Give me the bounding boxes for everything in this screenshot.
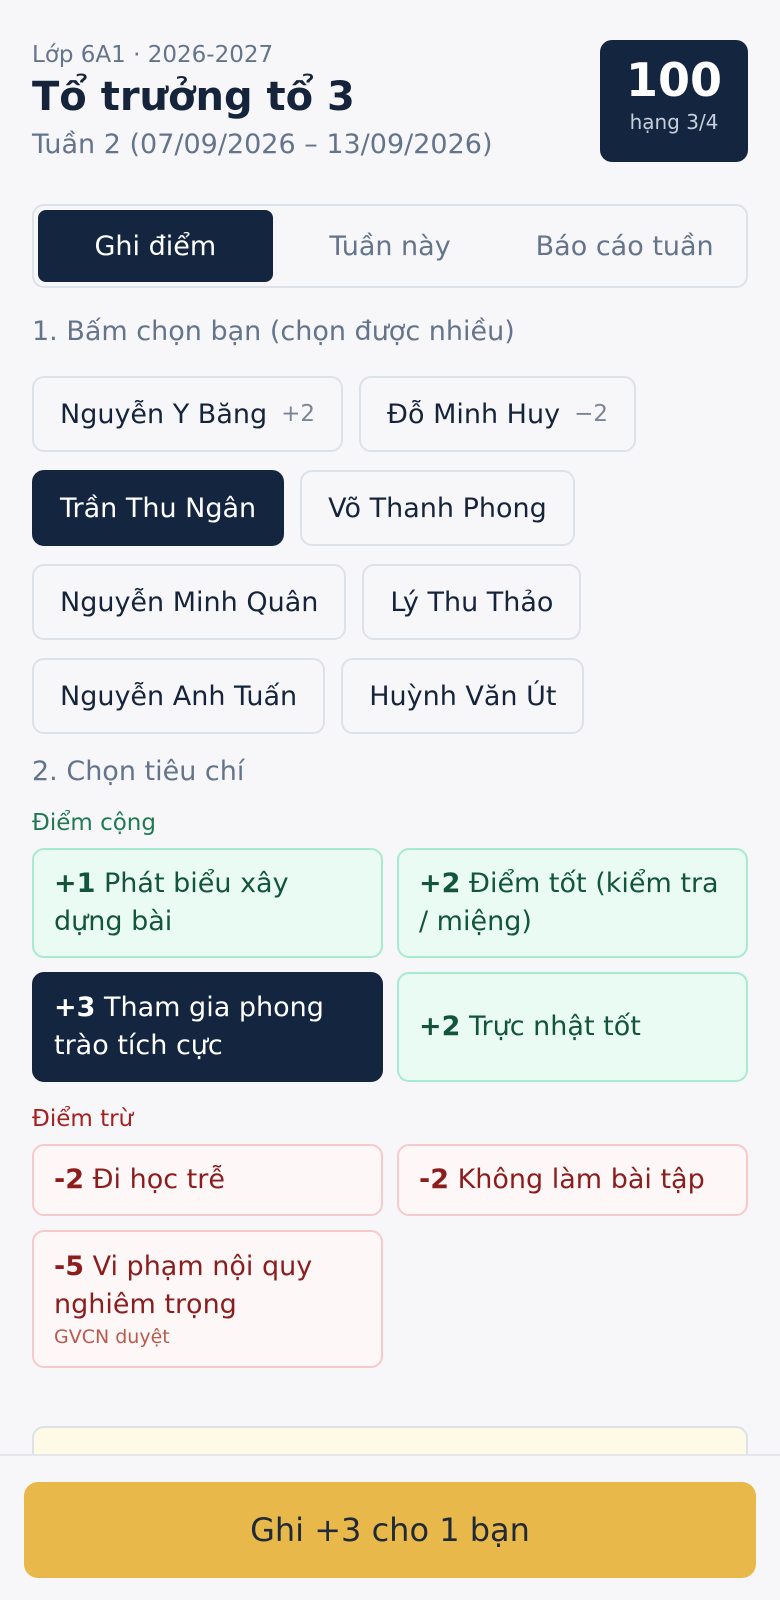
bottom-bar: Ghi +3 cho 1 bạn [0,1454,780,1600]
step1-label: 1. Bấm chọn bạn (chọn được nhiều) [32,316,515,347]
student-chip[interactable]: Lý Thu Thảo [362,564,582,640]
student-name: Lý Thu Thảo [390,586,554,618]
criterion-text: -5 Vi phạm nội quy nghiêm trọng [54,1248,361,1324]
criterion-label: Vi phạm nội quy nghiêm trọng [54,1251,313,1320]
minus-criterion[interactable]: -2 Không làm bài tập [397,1144,748,1216]
criterion-points: +2 [419,1011,461,1042]
criterion-points: +1 [54,868,96,899]
tab-ghi-diem[interactable]: Ghi điểm [38,210,273,282]
student-name: Nguyễn Minh Quân [60,586,319,618]
tab-bao-cao-tuan[interactable]: Báo cáo tuần [507,210,742,282]
minus-criterion[interactable]: -5 Vi phạm nội quy nghiêm trọng GVCN duyệ… [32,1230,383,1368]
student-name: Nguyễn Y Băng [60,398,268,430]
criterion-text: +1 Phát biểu xây dựng bài [54,865,361,941]
submit-button[interactable]: Ghi +3 cho 1 bạn [24,1482,756,1578]
plus-criterion[interactable]: +3 Tham gia phong trào tích cực [32,972,383,1082]
plus-group-label: Điểm cộng [32,810,156,836]
criterion-points: +2 [419,868,461,899]
score-value: 100 [625,53,723,107]
criterion-label: Trực nhật tốt [469,1011,641,1042]
tab-tuan-nay[interactable]: Tuần này [273,210,508,282]
header: Lớp 6A1 · 2026-2027 Tổ trưởng tổ 3 Tuần … [32,40,748,170]
student-name: Huỳnh Văn Út [369,680,557,712]
criterion-label: Đi học trễ [92,1164,225,1195]
student-chip[interactable]: Huỳnh Văn Út [341,658,585,734]
plus-criterion[interactable]: +1 Phát biểu xây dựng bài [32,848,383,958]
score-badge: 100 hạng 3/4 [600,40,748,162]
minus-criterion[interactable]: -2 Đi học trễ [32,1144,383,1216]
step2-label: 2. Chọn tiêu chí [32,756,245,787]
minus-criteria-grid: -2 Đi học trễ -2 Không làm bài tập -5 Vi p… [32,1144,748,1368]
student-chip[interactable]: Đỗ Minh Huy −2 [359,376,636,452]
student-chip[interactable]: Nguyễn Anh Tuấn [32,658,326,734]
criterion-text: +2 Điểm tốt (kiểm tra / miệng) [419,865,726,941]
plus-criterion[interactable]: +2 Trực nhật tốt [397,972,748,1082]
criterion-points: +3 [54,992,96,1023]
student-chip[interactable]: Võ Thanh Phong [300,470,575,546]
criterion-note: GVCN duyệt [54,1326,170,1348]
minus-group-label: Điểm trừ [32,1106,134,1132]
plus-criteria-grid: +1 Phát biểu xây dựng bài +2 Điểm tốt (ki… [32,848,748,1082]
criterion-label: Tham gia phong trào tích cực [54,992,324,1061]
student-delta: +2 [281,401,316,427]
student-delta: −2 [574,401,608,427]
criterion-text: -2 Không làm bài tập [419,1161,726,1199]
criterion-label: Điểm tốt (kiểm tra / miệng) [419,868,719,937]
student-name: Đỗ Minh Huy [387,398,561,430]
student-name: Trần Thu Ngân [60,492,257,524]
criterion-text: -2 Đi học trễ [54,1161,361,1199]
criterion-text: +3 Tham gia phong trào tích cực [54,989,361,1065]
student-name: Võ Thanh Phong [328,492,547,524]
student-chip[interactable]: Trần Thu Ngân [32,470,285,546]
criterion-text: +2 Trực nhật tốt [419,1008,726,1046]
criterion-points: -2 [54,1164,84,1195]
criterion-points: -5 [54,1251,84,1282]
student-name: Nguyễn Anh Tuấn [60,680,298,712]
criterion-label: Không làm bài tập [457,1164,705,1195]
rank-label: hạng 3/4 [629,110,719,134]
tab-bar: Ghi điểm Tuần này Báo cáo tuần [32,204,748,288]
student-chip[interactable]: Nguyễn Y Băng +2 [32,376,344,452]
plus-criterion[interactable]: +2 Điểm tốt (kiểm tra / miệng) [397,848,748,958]
student-list: Nguyễn Y Băng +2 Đỗ Minh Huy −2 Trần Thu Ngâ… [32,376,748,734]
criterion-points: -2 [419,1164,449,1195]
student-chip[interactable]: Nguyễn Minh Quân [32,564,347,640]
